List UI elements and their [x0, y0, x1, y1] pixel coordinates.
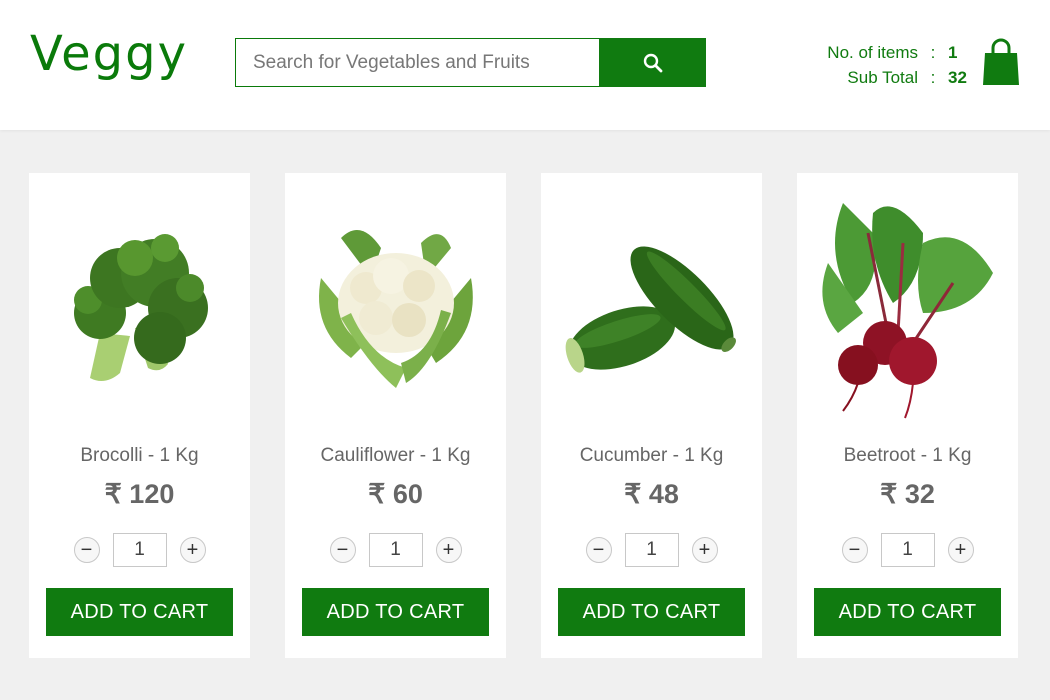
quantity-input[interactable]: [368, 533, 423, 567]
logo[interactable]: Veggy: [30, 30, 188, 78]
search-button[interactable]: [599, 38, 706, 87]
product-name: Brocolli - 1 Kg: [80, 445, 199, 466]
product-price: ₹ 120: [104, 479, 175, 509]
increment-button[interactable]: +: [691, 537, 718, 563]
product-image: [541, 188, 762, 428]
beetroot-image: [821, 203, 993, 419]
items-count-row: No. of items : 1: [810, 40, 970, 65]
cauliflower-image: [318, 230, 473, 388]
subtotal-row: Sub Total : 32: [810, 65, 970, 90]
broccoli-image: [73, 234, 208, 382]
items-count-value: 1: [948, 42, 958, 62]
product-card: Cauliflower - 1 Kg ₹ 60 − + ADD TO CART: [285, 173, 506, 658]
quantity-stepper: − +: [797, 533, 1018, 567]
quantity-input[interactable]: [112, 533, 167, 567]
separator: :: [930, 42, 936, 62]
add-to-cart-button[interactable]: ADD TO CART: [558, 588, 745, 636]
subtotal-value: 32: [948, 67, 967, 87]
decrement-button[interactable]: −: [841, 537, 868, 563]
product-image: [285, 188, 506, 428]
decrement-button[interactable]: −: [73, 537, 100, 563]
product-name: Cauliflower - 1 Kg: [320, 445, 471, 466]
decrement-button[interactable]: −: [585, 537, 612, 563]
subtotal-label: Sub Total: [847, 67, 918, 87]
product-image: [797, 188, 1018, 428]
quantity-input[interactable]: [880, 533, 935, 567]
search-icon: [643, 53, 662, 72]
add-to-cart-button[interactable]: ADD TO CART: [46, 588, 233, 636]
product-card: Brocolli - 1 Kg ₹ 120 − + ADD TO CART: [29, 173, 250, 658]
product-image: [29, 188, 250, 428]
quantity-stepper: − +: [285, 533, 506, 567]
separator: :: [930, 67, 936, 87]
increment-button[interactable]: +: [947, 537, 974, 563]
header: Veggy No. of items : 1 Sub Total : 32: [0, 0, 1050, 130]
product-price: ₹ 32: [880, 479, 935, 509]
product-card: Cucumber - 1 Kg ₹ 48 − + ADD TO CART: [541, 173, 762, 658]
add-to-cart-button[interactable]: ADD TO CART: [814, 588, 1001, 636]
product-name: Beetroot - 1 Kg: [843, 445, 972, 466]
quantity-stepper: − +: [29, 533, 250, 567]
product-price: ₹ 60: [368, 479, 423, 509]
add-to-cart-button[interactable]: ADD TO CART: [302, 588, 489, 636]
decrement-button[interactable]: −: [329, 537, 356, 563]
cucumber-image: [565, 246, 736, 373]
increment-button[interactable]: +: [179, 537, 206, 563]
quantity-input[interactable]: [624, 533, 679, 567]
shopping-bag-icon[interactable]: [981, 37, 1021, 87]
search-bar: [235, 38, 706, 87]
increment-button[interactable]: +: [435, 537, 462, 563]
quantity-stepper: − +: [541, 533, 762, 567]
items-count-label: No. of items: [827, 42, 918, 62]
product-price: ₹ 48: [624, 479, 679, 509]
cart-summary: No. of items : 1 Sub Total : 32: [810, 40, 970, 90]
product-name: Cucumber - 1 Kg: [579, 445, 724, 466]
search-input[interactable]: [235, 38, 599, 87]
product-card: Beetroot - 1 Kg ₹ 32 − + ADD TO CART: [797, 173, 1018, 658]
